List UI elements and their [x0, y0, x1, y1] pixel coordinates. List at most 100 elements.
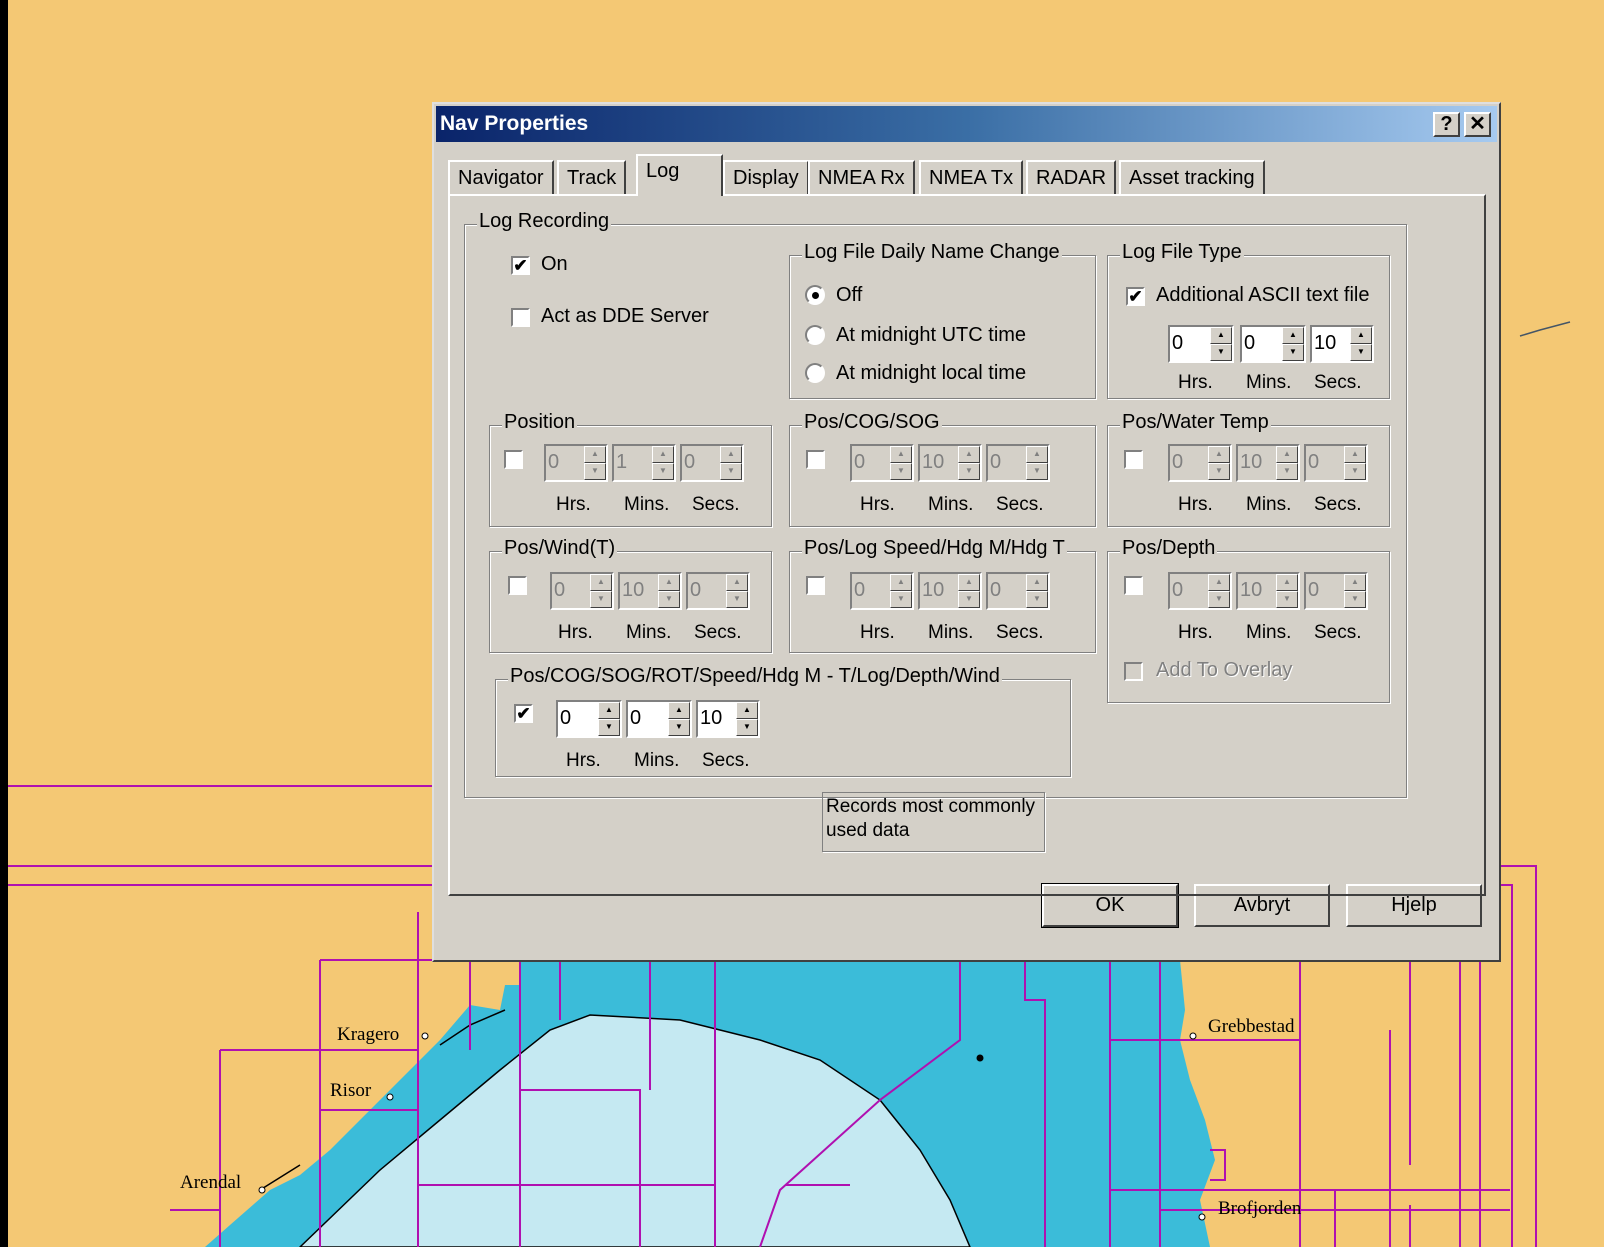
- group-label: Pos/Depth: [1120, 537, 1218, 560]
- records-note: Records most commonly used data: [822, 792, 1045, 852]
- hrs-label: Hrs.: [860, 622, 895, 643]
- group-label: Log File Daily Name Change: [802, 241, 1062, 264]
- position-hrs-spinner[interactable]: 0 ▲ ▼: [544, 444, 608, 482]
- map-label-arendal: Arendal: [180, 1172, 242, 1193]
- dde-server-checkbox[interactable]: [511, 308, 530, 327]
- hrs-label: Hrs.: [558, 622, 593, 643]
- pos-log-speed-secs-spinner[interactable]: 0 ▲ ▼: [986, 572, 1050, 610]
- combined-checkbox[interactable]: ✔: [514, 704, 533, 723]
- radio-off-label: Off: [836, 284, 863, 306]
- title-bar[interactable]: Nav Properties ? ✕: [436, 106, 1497, 142]
- mins-label: Mins.: [1246, 622, 1292, 643]
- pos-depth-mins-spinner[interactable]: 10 ▲ ▼: [1236, 572, 1300, 610]
- pos-depth-secs-spinner[interactable]: 0 ▲ ▼: [1304, 572, 1368, 610]
- ascii-file-label: Additional ASCII text file: [1156, 284, 1370, 306]
- position-checkbox[interactable]: [504, 450, 523, 469]
- mins-label: Mins.: [626, 622, 672, 643]
- radio-off[interactable]: [805, 285, 825, 305]
- map-label-kragero: Kragero: [337, 1024, 400, 1045]
- combined-hrs-spinner[interactable]: 0 ▲ ▼: [556, 700, 622, 738]
- pos-cog-sog-secs-spinner[interactable]: 0 ▲ ▼: [986, 444, 1050, 482]
- combined-secs-spinner[interactable]: 10 ▲ ▼: [696, 700, 760, 738]
- tab-nmea-rx[interactable]: NMEA Rx: [808, 160, 915, 194]
- group-label: Pos/Wind(T): [502, 537, 618, 560]
- pos-cog-sog-mins-spinner[interactable]: 10 ▲ ▼: [918, 444, 982, 482]
- group-label: Pos/COG/SOG/ROT/Speed/Hdg M - T/Log/Dept…: [508, 665, 1002, 688]
- pos-depth-hrs-spinner[interactable]: 0 ▲ ▼: [1168, 572, 1232, 610]
- radio-utc-label: At midnight UTC time: [836, 324, 1027, 346]
- secs-label: Secs.: [1314, 622, 1362, 643]
- add-to-overlay-checkbox[interactable]: [1124, 662, 1143, 681]
- nav-properties-dialog: Nav Properties ? ✕ Navigator Track Log D…: [432, 102, 1501, 962]
- pos-depth-checkbox[interactable]: [1124, 576, 1143, 595]
- group-label: Log Recording: [477, 210, 612, 233]
- add-to-overlay-label: Add To Overlay: [1156, 659, 1293, 681]
- secs-label: Secs.: [996, 622, 1044, 643]
- radio-local[interactable]: [805, 363, 825, 383]
- group-label: Pos/Water Temp: [1120, 411, 1271, 434]
- pos-log-speed-checkbox[interactable]: [806, 576, 825, 595]
- pos-water-temp-checkbox[interactable]: [1124, 450, 1143, 469]
- secs-label: Secs.: [702, 750, 750, 771]
- secs-label: Secs.: [692, 494, 740, 515]
- position-secs-spinner[interactable]: 0 ▲ ▼: [680, 444, 744, 482]
- pos-water-temp-group: Pos/Water Temp 0 ▲ ▼ 10 ▲ ▼ 0 ▲ ▼ Hrs. Mins. S…: [1107, 411, 1390, 527]
- position-mins-spinner[interactable]: 1 ▲ ▼: [612, 444, 676, 482]
- dde-server-label: Act as DDE Server: [541, 305, 709, 327]
- mins-label: Mins.: [1246, 494, 1292, 515]
- ascii-file-checkbox[interactable]: ✔: [1126, 287, 1145, 306]
- mins-label: Mins.: [634, 750, 680, 771]
- dialog-title: Nav Properties: [440, 112, 589, 135]
- radio-local-label: At midnight local time: [836, 362, 1027, 384]
- pos-cog-sog-group: Pos/COG/SOG 0 ▲ ▼ 10 ▲ ▼ 0 ▲ ▼ Hrs. Mins. Secs…: [789, 411, 1096, 527]
- secs-label: Secs.: [996, 494, 1044, 515]
- ascii-secs-spinner[interactable]: 10 ▲ ▼: [1310, 325, 1374, 363]
- group-label: Position: [502, 411, 578, 434]
- mins-label: Mins.: [1246, 372, 1292, 393]
- mins-label: Mins.: [928, 622, 974, 643]
- combined-mins-spinner[interactable]: 0 ▲ ▼: [626, 700, 692, 738]
- ascii-mins-spinner[interactable]: 0 ▲ ▼: [1240, 325, 1306, 363]
- hrs-label: Hrs.: [1178, 622, 1213, 643]
- close-button[interactable]: ✕: [1464, 112, 1491, 137]
- hrs-label: Hrs.: [1178, 372, 1213, 393]
- secs-label: Secs.: [1314, 494, 1362, 515]
- pos-log-speed-mins-spinner[interactable]: 10 ▲ ▼: [918, 572, 982, 610]
- hrs-label: Hrs.: [556, 494, 591, 515]
- pos-wind-hrs-spinner[interactable]: 0 ▲ ▼: [550, 572, 614, 610]
- pos-log-speed-group: Pos/Log Speed/Hdg M/Hdg T 0 ▲ ▼ 10 ▲ ▼ 0 ▲ ▼ H…: [789, 537, 1096, 653]
- group-label: Pos/COG/SOG: [802, 411, 942, 434]
- pos-log-speed-hrs-spinner[interactable]: 0 ▲ ▼: [850, 572, 914, 610]
- on-label: On: [541, 253, 568, 275]
- tab-asset-tracking[interactable]: Asset tracking: [1119, 160, 1265, 194]
- mins-label: Mins.: [928, 494, 974, 515]
- radio-utc[interactable]: [805, 325, 825, 345]
- pos-cog-sog-hrs-spinner[interactable]: 0 ▲ ▼: [850, 444, 914, 482]
- daily-name-change-group: Log File Daily Name Change Off At midnig…: [789, 241, 1096, 399]
- pos-wind-secs-spinner[interactable]: 0 ▲ ▼: [686, 572, 750, 610]
- tab-track[interactable]: Track: [557, 160, 627, 194]
- pos-water-temp-mins-spinner[interactable]: 10 ▲ ▼: [1236, 444, 1300, 482]
- tab-nmea-tx[interactable]: NMEA Tx: [919, 160, 1024, 194]
- log-recording-group: Log Recording ✔ On Act as DDE Server Log…: [464, 210, 1407, 798]
- log-tab-panel: Log Recording ✔ On Act as DDE Server Log…: [448, 194, 1486, 896]
- help-title-button[interactable]: ?: [1433, 112, 1460, 137]
- group-label: Pos/Log Speed/Hdg M/Hdg T: [802, 537, 1067, 560]
- pos-wind-mins-spinner[interactable]: 10 ▲ ▼: [618, 572, 682, 610]
- secs-label: Secs.: [1314, 372, 1362, 393]
- tab-log[interactable]: Log: [636, 154, 723, 196]
- map-label-risor: Risor: [330, 1080, 372, 1101]
- tab-display[interactable]: Display: [723, 160, 809, 194]
- secs-label: Secs.: [694, 622, 742, 643]
- pos-wind-checkbox[interactable]: [508, 576, 527, 595]
- pos-water-temp-hrs-spinner[interactable]: 0 ▲ ▼: [1168, 444, 1232, 482]
- pos-depth-group: Pos/Depth 0 ▲ ▼ 10 ▲ ▼ 0 ▲ ▼ Hrs. Mins. Secs. …: [1107, 537, 1390, 703]
- ascii-hrs-spinner[interactable]: 0 ▲ ▼: [1168, 325, 1234, 363]
- tab-radar[interactable]: RADAR: [1026, 160, 1117, 194]
- tab-navigator[interactable]: Navigator: [448, 160, 554, 194]
- hrs-label: Hrs.: [860, 494, 895, 515]
- pos-water-temp-secs-spinner[interactable]: 0 ▲ ▼: [1304, 444, 1368, 482]
- on-checkbox[interactable]: ✔: [511, 256, 530, 275]
- pos-cog-sog-checkbox[interactable]: [806, 450, 825, 469]
- log-file-type-group: Log File Type ✔ Additional ASCII text fi…: [1107, 241, 1390, 399]
